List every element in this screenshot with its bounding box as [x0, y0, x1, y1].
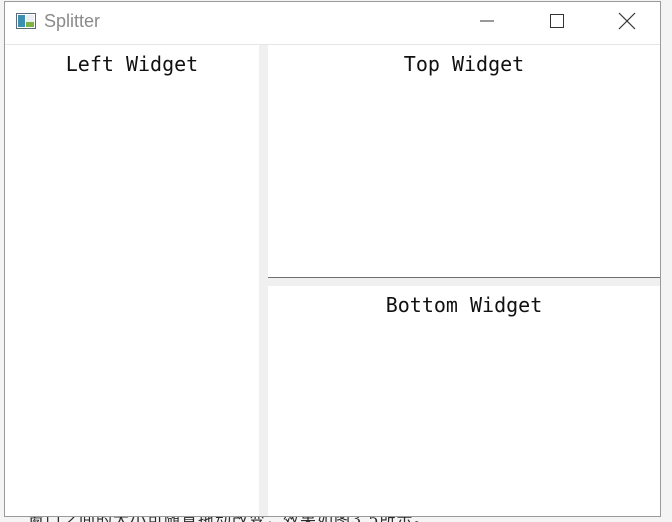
bottom-widget-label: Bottom Widget [385, 293, 543, 317]
maximize-icon [549, 13, 565, 34]
left-widget-label: Left Widget [65, 52, 199, 76]
close-icon [618, 12, 636, 35]
minimize-button[interactable] [452, 2, 522, 44]
maximize-button[interactable] [522, 2, 592, 44]
top-widget-label: Top Widget [403, 52, 525, 76]
minimize-icon [479, 13, 495, 34]
left-widget[interactable]: Left Widget [5, 45, 259, 516]
horizontal-splitter-handle[interactable] [268, 278, 660, 286]
window-title: Splitter [44, 11, 101, 31]
window-app-icon [16, 13, 36, 29]
vertical-splitter-handle[interactable] [259, 45, 268, 516]
bottom-widget[interactable]: Bottom Widget [268, 286, 660, 516]
client-area: Left Widget Top Widget Bottom Widget [5, 45, 660, 516]
splitter-window: Splitter Left Widget Top Widget Bottom W… [4, 1, 661, 517]
top-widget[interactable]: Top Widget [268, 45, 660, 278]
title-bar[interactable]: Splitter [5, 2, 660, 45]
close-button[interactable] [592, 2, 662, 44]
